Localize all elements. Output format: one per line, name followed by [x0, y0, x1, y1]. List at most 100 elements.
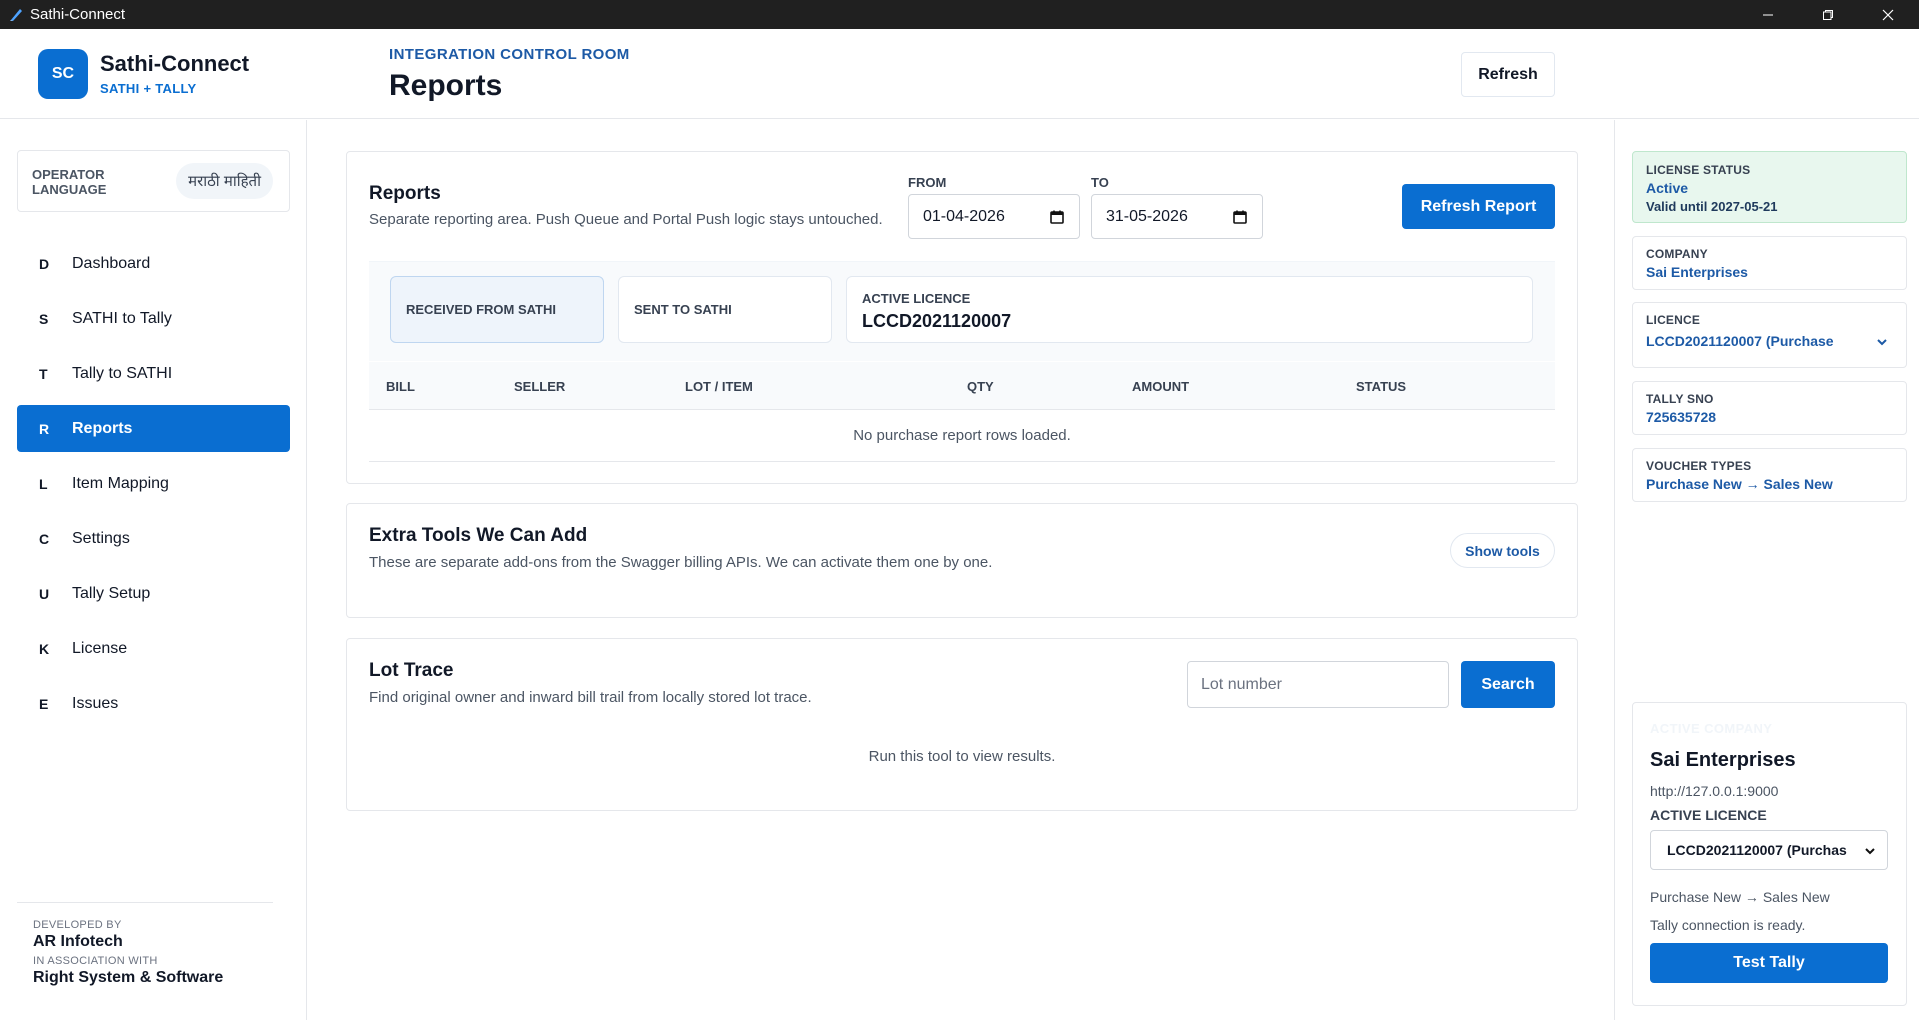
window-titlebar: Sathi-Connect [0, 0, 1919, 29]
close-button[interactable] [1859, 0, 1917, 29]
licence-select-value: LCCD2021120007 (Purchase [1646, 333, 1834, 349]
active-licence-box: ACTIVE LICENCE LCCD2021120007 [846, 276, 1533, 343]
tally-sno-label: TALLY SNO [1646, 392, 1714, 406]
nav-key: K [39, 640, 50, 657]
tab-sent-to-sathi[interactable]: SENT TO SATHI [618, 276, 832, 343]
operator-language-label: OPERATOR LANGUAGE [32, 167, 107, 197]
from-label: FROM [908, 175, 947, 190]
app-header: SC Sathi-Connect SATHI + TALLY INTEGRATI… [0, 29, 1919, 119]
company-label: COMPANY [1646, 247, 1708, 261]
license-status-card: LICENSE STATUS Active Valid until 2027-0… [1632, 151, 1907, 223]
sidebar-item-dashboard[interactable]: D Dashboard [17, 240, 290, 287]
reports-description: Separate reporting area. Push Queue and … [369, 211, 883, 228]
nav-label: Settings [72, 529, 130, 547]
voucher-types-card: VOUCHER TYPES Purchase New → Sales New [1632, 448, 1907, 502]
nav-label: Item Mapping [72, 474, 169, 492]
sidebar-item-license[interactable]: K License [17, 625, 290, 672]
sidebar-item-reports[interactable]: R Reports [17, 405, 290, 452]
column-header: LOT / ITEM [685, 379, 753, 394]
active-company-url: http://127.0.0.1:9000 [1650, 783, 1779, 799]
calendar-icon[interactable] [1232, 209, 1248, 230]
lot-trace-title: Lot Trace [369, 660, 454, 681]
nav-label: Issues [72, 694, 119, 712]
sidebar-item-sathi-to-tally[interactable]: S SATHI to Tally [17, 295, 290, 342]
app-logo: SC [38, 49, 88, 99]
company-value: Sai Enterprises [1646, 264, 1748, 280]
language-toggle-button[interactable]: मराठी माहिती [176, 163, 273, 199]
active-company-label: ACTIVE COMPANY [1650, 721, 1773, 736]
association-label: IN ASSOCIATION WITH [33, 955, 158, 967]
report-table-header: BILL SELLER LOT / ITEM QTY AMOUNT STATUS [369, 362, 1555, 410]
nav-label: Tally to SATHI [72, 364, 173, 382]
minimize-button[interactable] [1739, 0, 1797, 29]
nav-key: L [39, 475, 48, 492]
column-header: BILL [386, 379, 415, 394]
column-header: QTY [967, 379, 994, 394]
licence-select[interactable]: LCCD2021120007 (Purchase [1646, 333, 1893, 355]
lot-trace-result-message: Run this tool to view results. [868, 748, 1056, 765]
active-licence-select-value: LCCD2021120007 (Purchase [1667, 842, 1847, 858]
to-date-input[interactable]: 31-05-2026 [1091, 194, 1263, 239]
from-date-value: 01-04-2026 [923, 207, 1005, 225]
to-date-value: 31-05-2026 [1106, 207, 1188, 225]
tally-connection-status: Tally connection is ready. [1650, 917, 1806, 933]
show-tools-button[interactable]: Show tools [1450, 533, 1555, 568]
extra-tools-card: Extra Tools We Can Add These are separat… [346, 503, 1578, 618]
nav-key: S [39, 310, 49, 327]
test-tally-button[interactable]: Test Tally [1650, 943, 1888, 983]
nav-key: T [39, 365, 48, 382]
license-valid-until: Valid until 2027-05-21 [1646, 199, 1778, 214]
voucher-types-value: Purchase New → Sales New [1646, 476, 1833, 492]
tab-received-from-sathi[interactable]: RECEIVED FROM SATHI [390, 276, 604, 343]
nav-key: E [39, 695, 49, 712]
header-refresh-button[interactable]: Refresh [1461, 52, 1555, 97]
brand-name: Sathi-Connect [100, 51, 250, 76]
chevron-down-icon [1875, 335, 1889, 352]
nav-label: Tally Setup [72, 584, 151, 602]
lot-trace-description: Find original owner and inward bill trai… [369, 689, 812, 706]
tally-sno-card: TALLY SNO 725635728 [1632, 381, 1907, 435]
lot-number-input[interactable]: Lot number [1187, 661, 1449, 708]
developer-credits: DEVELOPED BY AR Infotech IN ASSOCIATION … [17, 902, 273, 991]
sidebar-item-tally-setup[interactable]: U Tally Setup [17, 570, 290, 617]
nav-key: U [39, 585, 50, 602]
brand-subtitle: SATHI + TALLY [100, 81, 197, 96]
voucher-types-label: VOUCHER TYPES [1646, 459, 1752, 473]
nav-key: D [39, 255, 50, 272]
restore-button[interactable] [1799, 0, 1857, 29]
partner-name: Right System & Software [33, 969, 224, 986]
report-filter-panel: RECEIVED FROM SATHI SENT TO SATHI ACTIVE… [369, 261, 1555, 361]
operator-language-box: OPERATOR LANGUAGE मराठी माहिती [17, 150, 290, 212]
active-licence-value: LCCD2021120007 [862, 311, 1012, 331]
reports-title: Reports [369, 183, 441, 204]
nav-label: License [72, 639, 128, 657]
page-title: Reports [389, 69, 503, 102]
lot-search-button[interactable]: Search [1461, 661, 1555, 708]
from-date-input[interactable]: 01-04-2026 [908, 194, 1080, 239]
lot-trace-card: Lot Trace Find original owner and inward… [346, 638, 1578, 811]
nav-key: R [39, 420, 50, 437]
sidebar-item-issues[interactable]: E Issues [17, 680, 290, 727]
nav-label: Dashboard [72, 254, 151, 272]
sidebar-item-settings[interactable]: C Settings [17, 515, 290, 562]
license-status-value: Active [1646, 180, 1689, 196]
sidebar-item-item-mapping[interactable]: L Item Mapping [17, 460, 290, 507]
active-licence-select[interactable]: LCCD2021120007 (Purchase [1650, 830, 1888, 870]
window-title: Sathi-Connect [30, 6, 126, 23]
reports-card: Reports Separate reporting area. Push Qu… [346, 151, 1578, 484]
company-card: COMPANY Sai Enterprises [1632, 236, 1907, 290]
active-company-card: ACTIVE COMPANY Sai Enterprises http://12… [1632, 702, 1907, 1006]
column-header: STATUS [1356, 379, 1407, 394]
extra-tools-title: Extra Tools We Can Add [369, 525, 588, 546]
licence-label: LICENCE [1646, 313, 1701, 327]
tally-sno-value: 725635728 [1646, 409, 1717, 425]
active-licence-label: ACTIVE LICENCE [862, 291, 971, 306]
developer-name: AR Infotech [33, 933, 123, 950]
calendar-icon[interactable] [1049, 209, 1065, 230]
sidebar-item-tally-to-sathi[interactable]: T Tally to SATHI [17, 350, 290, 397]
column-header: AMOUNT [1132, 379, 1190, 394]
column-header: SELLER [514, 379, 566, 394]
nav-label: Reports [72, 419, 133, 437]
refresh-report-button[interactable]: Refresh Report [1402, 184, 1555, 229]
to-label: TO [1091, 175, 1109, 190]
